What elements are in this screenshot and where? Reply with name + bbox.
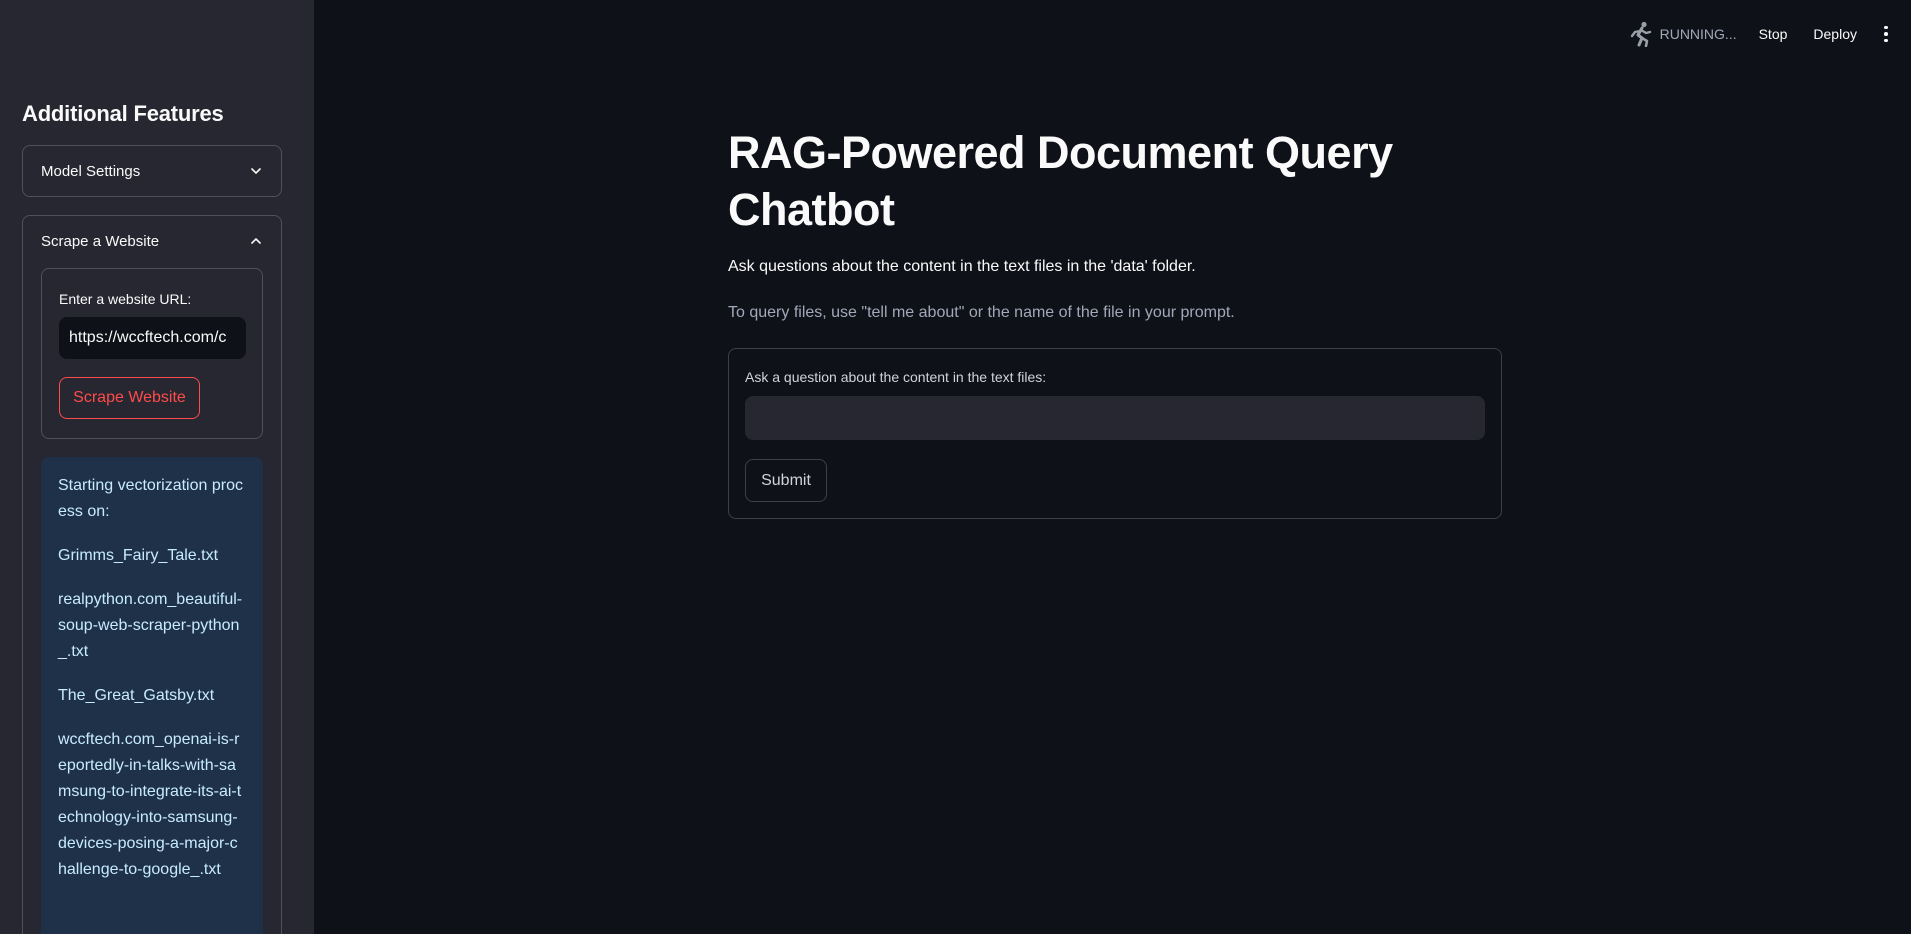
- kebab-dot: [1884, 32, 1888, 36]
- scrape-website-button[interactable]: Scrape Website: [59, 377, 200, 419]
- running-status: RUNNING...: [1630, 21, 1737, 47]
- url-input[interactable]: https://wccftech.com/c: [59, 317, 246, 359]
- kebab-menu-icon[interactable]: [1883, 25, 1889, 43]
- info-line: realpython.com_beautiful-soup-web-scrape…: [58, 591, 243, 660]
- kebab-dot: [1884, 38, 1888, 43]
- description: Ask questions about the content in the t…: [728, 258, 1196, 275]
- model-settings-label: Model Settings: [41, 162, 141, 180]
- info-line: Grimms_Fairy_Tale.txt: [58, 547, 219, 564]
- vectorization-info-box: Starting vectorization process on: Grimm…: [41, 457, 263, 934]
- scrape-website-header[interactable]: Scrape a Website: [41, 216, 263, 266]
- scrape-website-expander: Scrape a Website Enter a website URL: ht…: [22, 215, 282, 934]
- question-form: Ask a question about the content in the …: [728, 348, 1502, 519]
- question-label: Ask a question about the content in the …: [745, 369, 1047, 385]
- info-line: wccftech.com_openai-is-reportedly-in-tal…: [58, 731, 242, 878]
- submit-button[interactable]: Submit: [745, 459, 827, 502]
- info-line: The_Great_Gatsby.txt: [58, 687, 215, 704]
- info-line: Starting vectorization process on:: [58, 477, 243, 520]
- running-man-icon: [1630, 21, 1651, 47]
- hint-text: To query files, use "tell me about" or t…: [728, 304, 1235, 321]
- url-label: Enter a website URL:: [59, 291, 192, 307]
- scrape-form: Enter a website URL: https://wccftech.co…: [41, 268, 263, 439]
- top-toolbar: RUNNING... Stop Deploy: [1511, 0, 1911, 68]
- stop-button[interactable]: Stop: [1759, 26, 1788, 42]
- model-settings-expander[interactable]: Model Settings: [22, 145, 282, 197]
- sidebar-title: Additional Features: [22, 101, 224, 126]
- page-title: RAG-Powered Document Query Chatbot: [728, 127, 1393, 235]
- scrape-website-label: Scrape a Website: [41, 232, 160, 250]
- chevron-down-icon: [251, 168, 261, 174]
- kebab-dot: [1884, 25, 1888, 30]
- app-root: Additional Features Model Settings Scrap…: [0, 0, 1911, 934]
- sidebar: Additional Features Model Settings Scrap…: [0, 0, 314, 934]
- deploy-button[interactable]: Deploy: [1813, 26, 1857, 42]
- model-settings-header[interactable]: Model Settings: [41, 146, 263, 196]
- chevron-up-icon: [251, 238, 261, 244]
- question-input[interactable]: [745, 396, 1485, 440]
- running-label: RUNNING...: [1659, 26, 1737, 42]
